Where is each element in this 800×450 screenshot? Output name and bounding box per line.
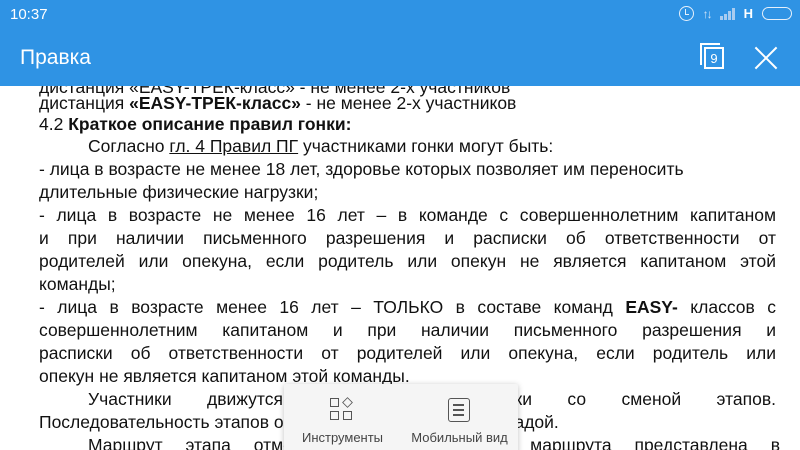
doc-text-segment: совершеннолетним капитаном и при наличии… bbox=[39, 320, 776, 340]
popup-toolbar: Инструменты Мобильный вид bbox=[284, 384, 518, 450]
doc-line: и при наличии письменного разрешения и р… bbox=[39, 226, 776, 250]
status-icons: ↑↓ H bbox=[678, 6, 792, 21]
doc-text-segment: команды; bbox=[39, 274, 116, 294]
app-bar: Правка 9 bbox=[0, 32, 800, 86]
doc-text-segment: классов с bbox=[677, 297, 777, 317]
doc-text-segment: 4.2 bbox=[39, 114, 69, 134]
mobile-view-icon bbox=[448, 398, 470, 422]
doc-line: Согласно гл. 4 Правил ПГ участниками гон… bbox=[88, 134, 776, 158]
close-button[interactable] bbox=[754, 46, 778, 70]
status-time: 10:37 bbox=[10, 6, 48, 23]
doc-text-segment: Согласно bbox=[88, 136, 170, 156]
doc-line: - лица в возрасте не менее 18 лет, здоро… bbox=[39, 157, 776, 181]
doc-text-segment: дистанция bbox=[39, 93, 130, 113]
doc-text-segment: и при наличии письменного разрешения и р… bbox=[39, 228, 776, 248]
signal-icon bbox=[719, 7, 735, 20]
doc-text-segment: EASY- bbox=[625, 297, 678, 317]
app-title: Правка bbox=[20, 46, 91, 69]
doc-line: родителей или опекуна, если родитель или… bbox=[39, 249, 776, 273]
mobile-view-label: Мобильный вид bbox=[411, 430, 508, 445]
doc-line: - лица в возрасте менее 16 лет – ТОЛЬКО … bbox=[39, 295, 776, 319]
doc-line: длительные физические нагрузки; bbox=[39, 180, 776, 204]
battery-icon bbox=[762, 7, 792, 20]
tools-button[interactable]: Инструменты bbox=[284, 384, 401, 450]
doc-text-segment: - не менее 2-х участников bbox=[300, 93, 517, 113]
doc-text-segment: длительные физические нагрузки; bbox=[39, 182, 319, 202]
doc-text-segment: «EASY-ТРЕК-класс» bbox=[129, 93, 301, 113]
doc-line: 4.2 Краткое описание правил гонки: bbox=[39, 112, 776, 136]
doc-text-segment: - лица в возрасте менее 16 лет – ТОЛЬКО … bbox=[39, 297, 626, 317]
mobile-view-button[interactable]: Мобильный вид bbox=[401, 384, 518, 450]
network-type: H bbox=[743, 6, 753, 21]
doc-text-segment: расписки об ответственности от родителей… bbox=[39, 343, 776, 363]
doc-text-segment: - лица в возрасте не менее 16 лет – в ко… bbox=[39, 205, 776, 225]
doc-text-segment: родителей или опекуна, если родитель или… bbox=[39, 251, 776, 271]
status-bar: 10:37 ↑↓ H bbox=[0, 0, 800, 32]
doc-text-segment: участниками гонки могут быть: bbox=[298, 136, 554, 156]
doc-line: команды; bbox=[39, 272, 776, 296]
doc-text-segment: гл. 4 Правил ПГ bbox=[169, 136, 299, 156]
pages-count: 9 bbox=[704, 47, 724, 69]
tools-label: Инструменты bbox=[301, 430, 384, 445]
alarm-icon bbox=[678, 6, 694, 21]
tools-icon bbox=[330, 397, 354, 422]
doc-text-segment: - лица в возрасте не менее 18 лет, здоро… bbox=[39, 159, 684, 179]
data-transfer-icon: ↑↓ bbox=[702, 6, 713, 21]
pages-button[interactable]: 9 bbox=[700, 43, 726, 71]
doc-text-segment: опекун не является капитаном этой команд… bbox=[39, 366, 410, 386]
doc-line: - лица в возрасте не менее 16 лет – в ко… bbox=[39, 203, 776, 227]
doc-line: расписки об ответственности от родителей… bbox=[39, 341, 776, 365]
doc-text-segment: Краткое описание правил гонки: bbox=[68, 114, 352, 134]
doc-line: совершеннолетним капитаном и при наличии… bbox=[39, 318, 776, 342]
